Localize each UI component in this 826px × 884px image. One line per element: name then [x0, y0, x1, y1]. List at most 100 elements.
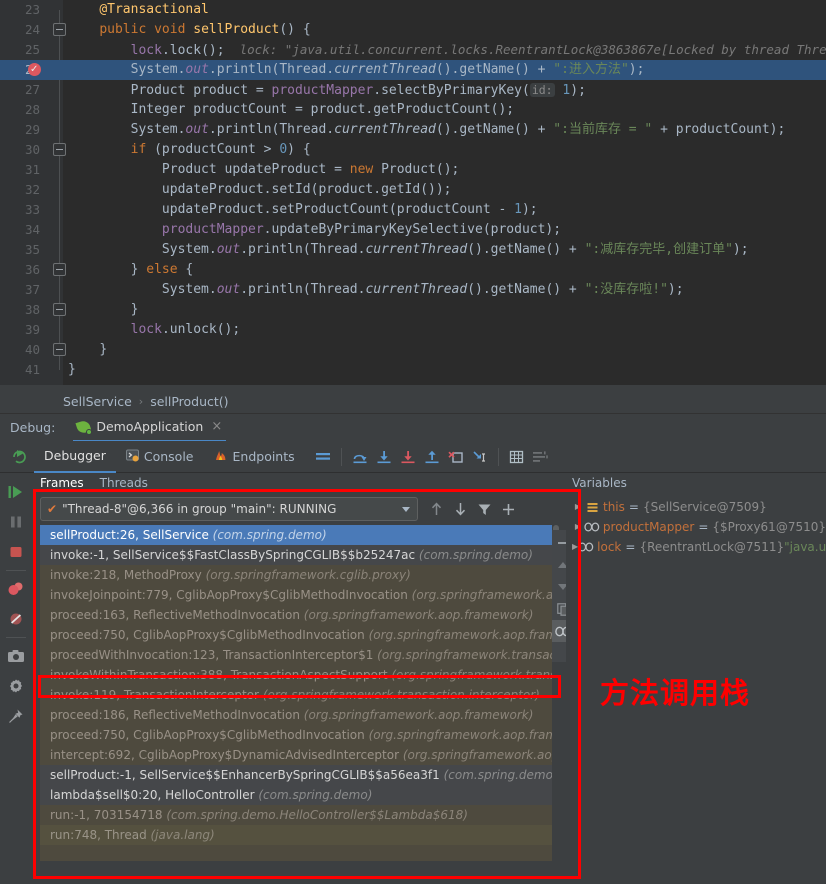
code-text-38: }	[130, 302, 139, 317]
evaluate-expression-icon[interactable]	[505, 445, 529, 469]
code-line-23[interactable]: 23 @Transactional	[0, 0, 826, 20]
stack-frame-method: invokeJoinpoint:779, CglibAopProxy$Cglib…	[50, 588, 412, 602]
stack-frame-package: (org.springframework.transaction.interce…	[377, 648, 552, 662]
code-line-37[interactable]: 37 System.out.println(Thread.currentThre…	[0, 280, 826, 300]
tab-console[interactable]: Console	[116, 441, 204, 473]
stack-frame-method: run:-1, 703154718	[50, 808, 167, 822]
settings-icon[interactable]	[2, 671, 30, 701]
stack-frame-row[interactable]: invoke:218, MethodProxy (org.springframe…	[40, 565, 552, 585]
code-line-34[interactable]: 34 productMapper.updateByPrimaryKeySelec…	[0, 220, 826, 240]
stack-frame-row[interactable]: sellProduct:-1, SellService$$EnhancerByS…	[40, 765, 552, 785]
force-step-into-icon[interactable]	[396, 445, 420, 469]
pause-program-icon[interactable]	[2, 507, 30, 537]
call-stack-frames-list[interactable]: sellProduct:26, SellService (com.spring.…	[40, 525, 552, 861]
code-line-38[interactable]: 38 }	[0, 300, 826, 320]
code-text-30: if (productCount > 0) {	[130, 142, 311, 157]
stop-icon[interactable]	[2, 537, 30, 567]
frames-panel: Frames Threads ✔ "Thread-8"@6,366 in gro…	[32, 473, 560, 884]
tab-frames[interactable]: Frames	[40, 476, 84, 490]
stack-frame-row[interactable]: run:748, Thread (java.lang)	[40, 825, 552, 845]
rerun-icon[interactable]	[4, 442, 34, 472]
inline-param-hint: id:	[529, 83, 555, 97]
code-line-31[interactable]: 31 Product updateProduct = new Product()…	[0, 160, 826, 180]
stack-frame-package: (org.springframework.cglib.proxy)	[205, 568, 411, 582]
code-line-25[interactable]: 25 lock.lock(); lock: "java.util.concurr…	[0, 40, 826, 60]
stack-frame-method: intercept:692, CglibAopProxy$DynamicAdvi…	[50, 748, 403, 762]
arrow-up-icon[interactable]	[424, 497, 448, 521]
close-icon[interactable]: ×	[211, 419, 222, 434]
variable-row[interactable]: ▶ productMapper = {$Proxy61@7510}	[572, 517, 826, 537]
pin-tab-icon[interactable]	[2, 701, 30, 731]
debugger-toolstrip: Debugger Console Endpoints	[0, 441, 826, 473]
chevron-down-icon[interactable]	[402, 507, 410, 512]
code-line-29[interactable]: 29 System.out.println(Thread.currentThre…	[0, 120, 826, 140]
stack-frame-method: invoke:119, TransactionInterceptor	[50, 688, 263, 702]
code-line-30[interactable]: 30 if (productCount > 0) {	[0, 140, 826, 160]
drop-frame-icon[interactable]	[444, 445, 468, 469]
thread-selector[interactable]: ✔ "Thread-8"@6,366 in group "main": RUNN…	[40, 497, 418, 521]
code-editor[interactable]: 23 @Transactional 24 public void sellProd…	[0, 0, 826, 385]
breadcrumb-method[interactable]: sellProduct()	[150, 394, 228, 409]
stack-frame-row[interactable]: proceed:186, ReflectiveMethodInvocation …	[40, 705, 552, 725]
breadcrumb[interactable]: SellService › sellProduct()	[0, 389, 826, 413]
stack-frame-row[interactable]: proceedWithInvocation:123, TransactionIn…	[40, 645, 552, 665]
stack-frame-row[interactable]: invoke:119, TransactionInterceptor (org.…	[40, 685, 552, 705]
resume-program-icon[interactable]	[2, 477, 30, 507]
filter-icon[interactable]	[472, 497, 496, 521]
code-line-39[interactable]: 39 lock.unlock();	[0, 320, 826, 340]
code-line-33[interactable]: 33 updateProduct.setProductCount(product…	[0, 200, 826, 220]
settings-list-icon[interactable]	[529, 445, 553, 469]
step-over-icon[interactable]	[348, 445, 372, 469]
step-into-icon[interactable]	[372, 445, 396, 469]
line-number-33: 33	[24, 202, 40, 217]
variable-value: {SellService@7509}	[642, 500, 767, 514]
code-line-40[interactable]: 40 }	[0, 340, 826, 360]
stack-frame-row[interactable]: lambda$sell$0:20, HelloController (com.s…	[40, 785, 552, 805]
stack-frame-package: (org.springframework.aop.framework)	[368, 628, 552, 642]
view-breakpoints-icon[interactable]	[2, 574, 30, 604]
step-out-icon[interactable]	[420, 445, 444, 469]
breadcrumb-class[interactable]: SellService	[63, 394, 132, 409]
tab-endpoints[interactable]: Endpoints	[204, 441, 305, 473]
stack-frame-row[interactable]: proceed:750, CglibAopProxy$CglibMethodIn…	[40, 625, 552, 645]
tab-threads[interactable]: Threads	[100, 476, 148, 490]
stack-frame-row[interactable]: run:-1, 703154718 (com.spring.demo.Hello…	[40, 805, 552, 825]
code-line-36[interactable]: 36 } else {	[0, 260, 826, 280]
debug-session-tab[interactable]: DemoApplication ×	[73, 414, 227, 442]
add-icon[interactable]	[496, 497, 520, 521]
stack-frame-row[interactable]: sellProduct:26, SellService (com.spring.…	[40, 525, 552, 545]
stack-frame-row[interactable]: invoke:-1, SellService$$FastClassBySprin…	[40, 545, 552, 565]
code-text-41: }	[68, 362, 76, 377]
stack-frame-package: (org.springframework.aop.framework)	[303, 608, 534, 622]
running-check-icon: ✔	[47, 502, 58, 516]
expand-arrow-icon[interactable]: ▶	[572, 517, 584, 537]
stack-frame-method: proceed:186, ReflectiveMethodInvocation	[50, 708, 304, 722]
stack-frame-row[interactable]: intercept:692, CglibAopProxy$DynamicAdvi…	[40, 745, 552, 765]
variable-row[interactable]: ▶ this = {SellService@7509}	[572, 497, 826, 517]
code-line-26[interactable]: 26 System.out.println(Thread.currentThre…	[0, 60, 826, 80]
variables-title: Variables	[572, 476, 627, 490]
mute-breakpoints-icon[interactable]	[2, 604, 30, 634]
stack-frame-row[interactable]: invokeWithinTransaction:388, Transaction…	[40, 665, 552, 685]
breakpoint-icon[interactable]	[28, 60, 41, 80]
screenshot-icon[interactable]	[2, 641, 30, 671]
run-to-cursor-icon[interactable]	[468, 445, 492, 469]
stack-frame-method: proceedWithInvocation:123, TransactionIn…	[50, 648, 378, 662]
stack-frame-row[interactable]: proceed:163, ReflectiveMethodInvocation …	[40, 605, 552, 625]
code-line-24[interactable]: 24 public void sellProduct() {	[0, 20, 826, 40]
variables-list[interactable]: ▶ this = {SellService@7509} ▶ productMapper ={…	[572, 497, 826, 557]
tab-debugger[interactable]: Debugger	[34, 441, 116, 473]
stack-frame-row[interactable]: proceed:750, CglibAopProxy$CglibMethodIn…	[40, 725, 552, 745]
code-line-28[interactable]: 28 Integer productCount = product.getPro…	[0, 100, 826, 120]
stack-frame-row[interactable]: invokeJoinpoint:779, CglibAopProxy$Cglib…	[40, 585, 552, 605]
arrow-down-icon[interactable]	[448, 497, 472, 521]
show-execution-point-icon[interactable]	[311, 445, 335, 469]
code-line-32[interactable]: 32 updateProduct.setId(product.getId());	[0, 180, 826, 200]
code-line-41[interactable]: 41}	[0, 360, 826, 380]
stack-frame-method: proceed:750, CglibAopProxy$CglibMethodIn…	[50, 728, 369, 742]
expand-arrow-icon[interactable]: ▶	[572, 497, 584, 517]
code-line-27[interactable]: 27 Product product = productMapper.selec…	[0, 80, 826, 100]
variable-row[interactable]: ▶ lock = {ReentrantLock@7511} "java.u	[572, 537, 826, 557]
code-line-35[interactable]: 35 System.out.println(Thread.currentThre…	[0, 240, 826, 260]
line-number-30: 30	[24, 142, 40, 157]
